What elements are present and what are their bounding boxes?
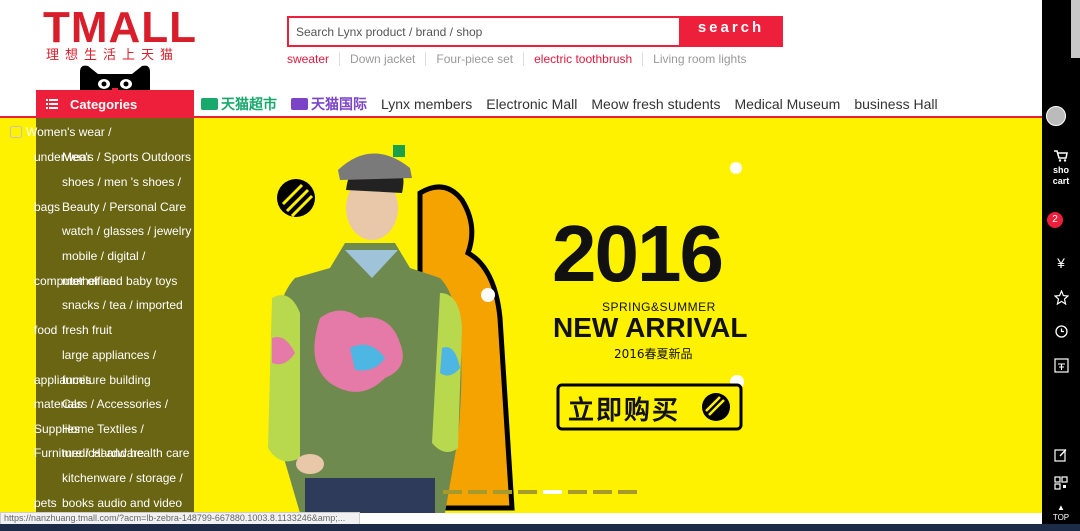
category-label: kitchenware / storage /: [62, 471, 183, 485]
history-icon: [1054, 325, 1068, 338]
user-avatar[interactable]: [1046, 106, 1066, 126]
nav-tmall-supermarket-label: 天猫超市: [221, 96, 277, 112]
os-taskbar: [0, 524, 1080, 531]
category-label: fresh fruit: [62, 323, 113, 337]
category-label: furniture building: [62, 373, 151, 387]
cart-button[interactable]: sho cart: [1042, 150, 1080, 187]
category-label: pets: [34, 496, 57, 510]
category-label: Cars / Accessories /: [62, 397, 169, 411]
person-icon: [10, 126, 22, 138]
hot-word-link[interactable]: Living room lights: [642, 52, 756, 66]
search-input[interactable]: [289, 18, 679, 45]
tmall-slogan: 理想生活上天猫: [46, 47, 180, 62]
category-label: Home Textiles /: [62, 422, 144, 436]
category-item-shoes[interactable]: shoes / men 's shoes /: [36, 170, 194, 195]
main-nav: 天猫超市 天猫国际 Lynx members Electronic Mall M…: [201, 94, 952, 114]
menu-list-icon: [46, 99, 58, 109]
cart-label-2: cart: [1052, 176, 1070, 186]
search-box: [287, 16, 679, 47]
category-label: shoes / men 's shoes /: [62, 175, 182, 189]
nav-lynx-members[interactable]: Lynx members: [381, 96, 472, 112]
nav-tmall-international-label: 天猫国际: [311, 96, 367, 112]
scrollbar-thumb[interactable]: [1071, 0, 1080, 58]
feedback-button[interactable]: [1042, 448, 1080, 465]
cart-label: sho: [1052, 165, 1069, 175]
category-item-textiles[interactable]: Supplies Home Textiles /: [34, 417, 194, 442]
category-label: food: [34, 323, 58, 337]
recharge-button[interactable]: [1042, 358, 1080, 376]
favorites-button[interactable]: [1042, 289, 1080, 308]
category-item-mobile[interactable]: mobile / digital /: [36, 244, 194, 269]
nav-tmall-supermarket[interactable]: 天猫超市: [201, 94, 277, 114]
nav-tmall-international[interactable]: 天猫国际: [291, 94, 367, 114]
category-label: bags: [34, 200, 61, 214]
banner-headline: NEW ARRIVAL: [553, 312, 748, 343]
categories-tab[interactable]: Categories: [36, 90, 194, 118]
category-item-medical[interactable]: Furniture / Hardware medical and health …: [34, 441, 194, 466]
international-icon: [291, 98, 308, 110]
category-item-furniture[interactable]: appliances furniture building: [34, 368, 194, 393]
category-item-beauty[interactable]: bags Beauty / Personal Care: [34, 195, 194, 220]
category-label: Women's wear /: [26, 125, 112, 139]
qrcode-icon: [1054, 476, 1068, 490]
category-item-baby[interactable]: computer office mother and baby toys: [34, 269, 194, 294]
tmall-page: TMALL 理想生活上天猫 search sweater Down jacket…: [0, 0, 1080, 531]
nav-meow-fresh-students[interactable]: Meow fresh students: [591, 96, 720, 112]
category-label: watch / glasses / jewelry: [62, 224, 192, 238]
category-item-mens[interactable]: underwear Men's / Sports Outdoors: [34, 145, 194, 170]
category-label: large appliances /: [62, 348, 157, 362]
category-item-watch[interactable]: watch / glasses / jewelry: [36, 219, 194, 244]
banner-cn-subtitle: 2016春夏新品: [614, 347, 693, 361]
category-label: Men's / Sports Outdoors: [62, 150, 192, 164]
nav-electronic-mall[interactable]: Electronic Mall: [486, 96, 577, 112]
category-label: mobile / digital /: [62, 249, 146, 263]
category-item-fresh[interactable]: food fresh fruit: [34, 318, 194, 343]
buy-now-button[interactable]: 立即购买: [568, 390, 680, 427]
back-to-top-button[interactable]: ▲ TOP: [1042, 503, 1080, 523]
edit-icon: [1054, 449, 1067, 462]
header: TMALL 理想生活上天猫 search sweater Down jacket…: [0, 0, 1042, 118]
hot-word-link[interactable]: Four-piece set: [425, 52, 523, 66]
hot-word-link[interactable]: Down jacket: [339, 52, 425, 66]
hot-word-link[interactable]: electric toothbrush: [523, 52, 642, 66]
up-arrow-icon: ▲: [1057, 503, 1065, 512]
category-label: snacks / tea / imported: [62, 298, 183, 312]
cart-icon: [1054, 150, 1068, 162]
recharge-icon: [1053, 358, 1069, 373]
banner-year: 2016: [552, 209, 724, 298]
supermarket-icon: [201, 98, 218, 110]
category-item-snacks[interactable]: snacks / tea / imported: [36, 293, 194, 318]
assets-button[interactable]: ¥: [1042, 255, 1080, 271]
search-button[interactable]: search: [679, 16, 783, 47]
yen-icon: ¥: [1057, 255, 1065, 271]
category-label: books audio and video: [62, 496, 183, 510]
category-item-cars[interactable]: materials Cars / Accessories /: [34, 392, 194, 417]
hot-search-words: sweater Down jacket Four-piece set elect…: [287, 52, 757, 66]
star-icon: [1053, 289, 1069, 306]
history-button[interactable]: [1042, 324, 1080, 342]
category-item-appliances[interactable]: large appliances /: [36, 343, 194, 368]
hot-word-link[interactable]: sweater: [287, 52, 339, 66]
top-label: TOP: [1052, 513, 1070, 522]
qrcode-button[interactable]: [1042, 476, 1080, 493]
category-label: Beauty / Personal Care: [62, 200, 187, 214]
cart-count-badge: 2: [1047, 212, 1063, 228]
categories-tab-label: Categories: [70, 96, 138, 112]
nav-business-hall[interactable]: business Hall: [854, 96, 937, 112]
category-item-womens[interactable]: Women's wear /: [0, 120, 158, 145]
nav-medical-museum[interactable]: Medical Museum: [735, 96, 841, 112]
category-item-kitchen[interactable]: kitchenware / storage /: [36, 466, 194, 491]
category-label: mother and baby toys: [62, 274, 178, 288]
category-label: medical and health care: [62, 446, 190, 460]
